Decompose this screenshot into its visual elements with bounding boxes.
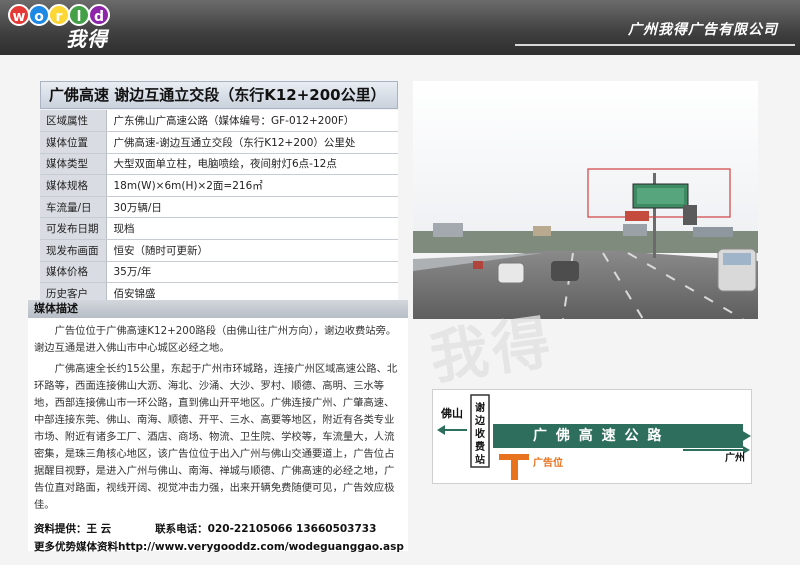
company-name: 广州我得广告有限公司 [628, 22, 778, 38]
description-paragraph: 广告位位于广佛高速K12+200路段（由佛山往广州方向），谢边收费站旁。谢边互通… [34, 325, 397, 354]
table-row: 车流量/日 30万辆/日 [40, 196, 398, 219]
info-table: 区域属性 广东佛山广高速公路（媒体编号：GF-012+200F） 媒体位置 广佛高速… [40, 110, 398, 305]
brand-logo: w o r l d 我得 [8, 4, 123, 52]
header-divider [515, 44, 795, 46]
table-row: 可发布日期 现档 [40, 217, 398, 241]
logo-letter: r [48, 4, 70, 26]
table-row: 媒体规格 18m(W)×6m(H)×2面=216㎡ [40, 174, 398, 197]
logo-letter: l [68, 4, 90, 26]
map-label-foshan: 佛山 [441, 407, 463, 420]
row-value: 35万/年 [106, 261, 398, 284]
row-key: 媒体价格 [40, 261, 107, 284]
logo-letter: o [28, 4, 50, 26]
contact-line: 资料提供：王 云 联系电话：020-22105066 13660503733 [34, 522, 376, 536]
row-key: 媒体位置 [40, 131, 107, 154]
table-row: 媒体位置 广佛高速-谢边互通立交段（东行K12+200）公里处 [40, 131, 398, 154]
billboard-photo [413, 81, 758, 319]
row-value: 广佛高速-谢边互通立交段（东行K12+200）公里处 [106, 131, 398, 154]
table-row: 媒体类型 大型双面单立柱，电脑喷绘，夜间射灯6点-12点 [40, 153, 398, 176]
row-key: 媒体类型 [40, 153, 107, 176]
row-value: 18m(W)×6m(H)×2面=216㎡ [106, 174, 398, 197]
map-label-station: 谢边收费站 [475, 403, 485, 466]
logo-letter: w [8, 4, 30, 26]
watermark-text: 我得 [425, 307, 559, 393]
location-map: 佛山 谢边收费站 广 佛 高 速 公 路 广州 广告位 [432, 389, 752, 484]
header-bar: w o r l d 我得 广州我得广告有限公司 [0, 0, 800, 55]
more-info-link[interactable]: 更多优势媒体资料http://www.verygooddz.com/wodegu… [34, 540, 404, 554]
description-heading: 媒体描述 [28, 300, 408, 318]
map-label-ad-position: 广告位 [533, 458, 563, 469]
description-paragraph: 广佛高速全长约15公里，东起于广州市环城路，连接广州区域高速公路、北环路等，西面… [34, 363, 398, 511]
contact-name: 资料提供：王 云 [34, 523, 112, 535]
row-key: 媒体规格 [40, 174, 107, 197]
logo-chinese-name: 我得 [66, 27, 108, 51]
row-value: 大型双面单立柱，电脑喷绘，夜间射灯6点-12点 [106, 153, 398, 176]
row-value: 广东佛山广高速公路（媒体编号：GF-012+200F） [106, 110, 398, 133]
row-key: 可发布日期 [40, 217, 107, 241]
row-value: 恒安（随时可更新） [106, 239, 398, 262]
table-row: 区域属性 广东佛山广高速公路（媒体编号：GF-012+200F） [40, 110, 398, 133]
map-label-guangzhou: 广州 [725, 453, 745, 464]
row-value: 现档 [106, 217, 398, 241]
table-row: 媒体价格 35万/年 [40, 261, 398, 284]
logo-letter: d [88, 4, 110, 26]
row-value: 30万辆/日 [106, 196, 398, 219]
table-row: 现发布画面 恒安（随时可更新） [40, 239, 398, 262]
contact-phone: 联系电话：020-22105066 13660503733 [155, 523, 377, 535]
row-key: 区域属性 [40, 110, 107, 133]
row-key: 现发布画面 [40, 239, 107, 262]
row-key: 车流量/日 [40, 196, 107, 219]
billboard-title: 广佛高速 谢边互通立交段（东行K12+200公里） [40, 81, 398, 109]
map-road-name: 广 佛 高 速 公 路 [533, 428, 664, 444]
description-body: 广告位位于广佛高速K12+200路段（由佛山往广州方向），谢边收费站旁。谢边互通… [28, 318, 408, 551]
